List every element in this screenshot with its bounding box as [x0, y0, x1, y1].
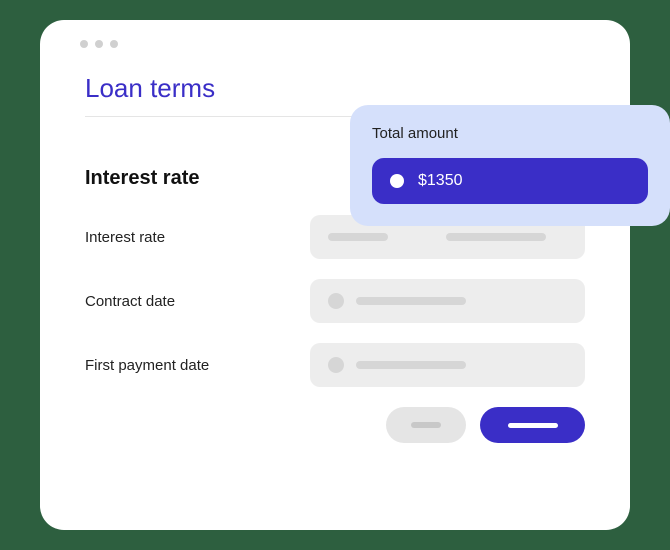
- divider: [85, 116, 365, 117]
- placeholder-icon: [356, 297, 466, 305]
- total-amount-display: $1350: [372, 158, 648, 204]
- button-label-placeholder: [411, 422, 441, 428]
- maximize-icon[interactable]: [110, 40, 118, 48]
- radio-dot-icon: [390, 174, 404, 188]
- date-icon: [328, 293, 344, 309]
- app-window: Loan terms Total amount $1350 Interest r…: [40, 20, 630, 530]
- label-interest-rate: Interest rate: [85, 229, 310, 246]
- page-title: Loan terms: [85, 73, 585, 104]
- placeholder-icon: [446, 233, 546, 241]
- total-amount-value: $1350: [418, 172, 463, 190]
- form-row-contract-date: Contract date: [85, 279, 585, 323]
- button-label-placeholder: [508, 423, 558, 428]
- cancel-button[interactable]: [386, 407, 466, 443]
- close-icon[interactable]: [80, 40, 88, 48]
- input-contract-date[interactable]: [310, 279, 585, 323]
- minimize-icon[interactable]: [95, 40, 103, 48]
- window-controls: [80, 40, 585, 48]
- button-row: [85, 407, 585, 443]
- placeholder-icon: [328, 233, 388, 241]
- input-first-payment-date[interactable]: [310, 343, 585, 387]
- submit-button[interactable]: [480, 407, 585, 443]
- form-row-first-payment-date: First payment date: [85, 343, 585, 387]
- total-amount-label: Total amount: [372, 125, 648, 142]
- placeholder-icon: [356, 361, 466, 369]
- label-contract-date: Contract date: [85, 293, 310, 310]
- date-icon: [328, 357, 344, 373]
- total-amount-card: Total amount $1350: [350, 105, 670, 226]
- label-first-payment-date: First payment date: [85, 357, 310, 374]
